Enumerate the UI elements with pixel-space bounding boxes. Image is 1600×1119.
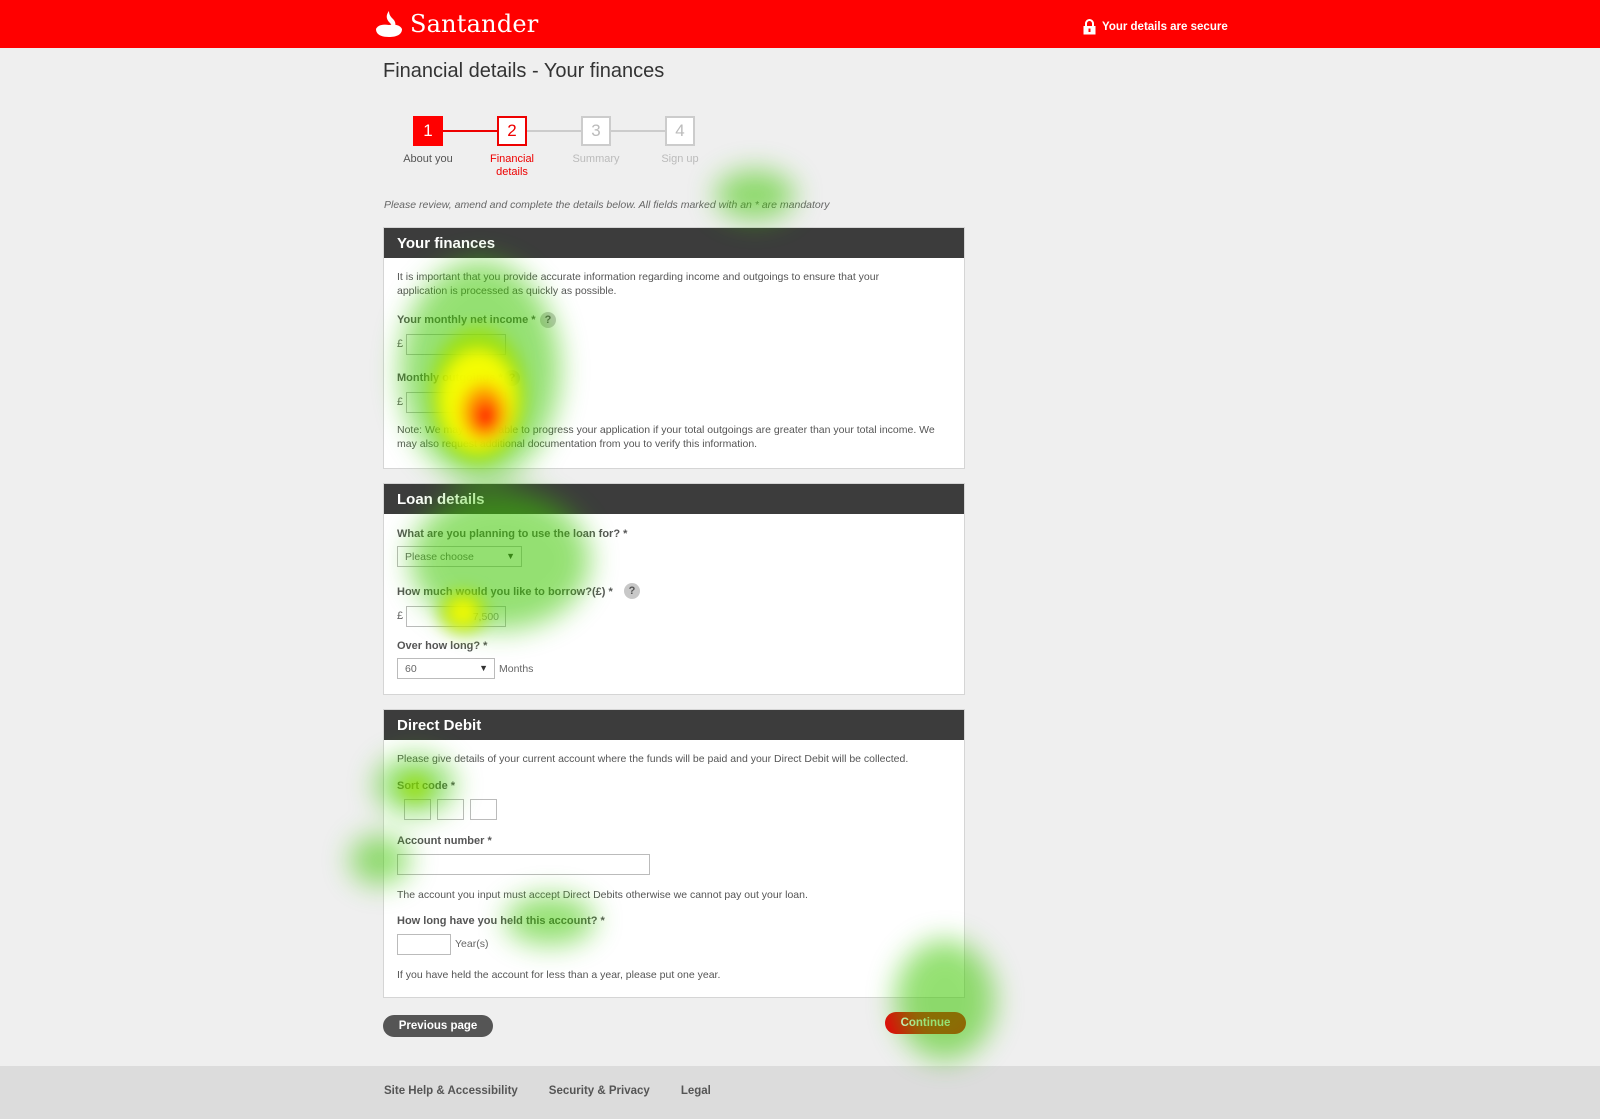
- loan-term-select[interactable]: 60 ▼: [397, 658, 495, 679]
- chevron-down-icon: ▼: [506, 551, 515, 561]
- your-finances-panel: Your finances It is important that you p…: [383, 227, 965, 469]
- outgoings-label: Monthly outgoings *: [397, 372, 503, 384]
- account-held-years-input[interactable]: [397, 934, 451, 955]
- step-number: 4: [665, 116, 695, 146]
- account-number-input[interactable]: [397, 854, 650, 875]
- step-number: 3: [581, 116, 611, 146]
- step-label: Sign up: [661, 153, 699, 165]
- step-financial-details: 2 Financial details: [467, 116, 557, 179]
- account-note: The account you input must accept Direct…: [397, 889, 808, 901]
- loan-purpose-select[interactable]: Please choose ▼: [397, 546, 522, 567]
- direct-debit-panel: Direct Debit Please give details of your…: [383, 709, 965, 998]
- outgoings-note: Note: We may not be able to progress you…: [397, 424, 935, 450]
- loan-purpose-label: What are you planning to use the loan fo…: [397, 528, 628, 540]
- currency-symbol: £: [397, 610, 404, 622]
- sort-code-part-2[interactable]: [437, 799, 464, 820]
- previous-page-button[interactable]: Previous page: [383, 1015, 493, 1037]
- account-held-note: If you have held the account for less th…: [397, 969, 721, 981]
- panel-title: Direct Debit: [384, 710, 964, 740]
- footer: Site Help & Accessibility Security & Pri…: [0, 1066, 1600, 1119]
- secure-text: Your details are secure: [1102, 21, 1228, 33]
- direct-debit-intro: Please give details of your current acco…: [397, 753, 909, 765]
- step-sign-up: 4 Sign up: [635, 116, 725, 166]
- step-label: Financial details: [489, 153, 535, 178]
- loan-details-panel: Loan details What are you planning to us…: [383, 483, 965, 695]
- step-number: 2: [497, 116, 527, 146]
- selected-value: Please choose: [405, 551, 474, 563]
- selected-value: 60: [405, 663, 417, 675]
- santander-logo[interactable]: Santander: [374, 8, 538, 40]
- step-about-you[interactable]: 1 About you: [383, 116, 473, 166]
- step-number: 1: [413, 116, 443, 146]
- footer-link-legal[interactable]: Legal: [681, 1085, 711, 1097]
- monthly-income-input[interactable]: [406, 334, 506, 355]
- currency-symbol: £: [397, 396, 404, 408]
- loan-amount-label: How much would you like to borrow?(£) *: [397, 586, 613, 598]
- finances-intro: It is important that you provide accurat…: [397, 271, 880, 297]
- continue-button[interactable]: Continue: [885, 1012, 966, 1034]
- panel-title: Your finances: [384, 228, 964, 258]
- loan-term-label: Over how long? *: [397, 640, 488, 652]
- footer-links: Site Help & Accessibility Security & Pri…: [384, 1085, 711, 1097]
- footer-link-security[interactable]: Security & Privacy: [549, 1085, 650, 1097]
- income-label: Your monthly net income *: [397, 314, 536, 326]
- years-unit: Year(s): [455, 938, 489, 950]
- footer-link-help[interactable]: Site Help & Accessibility: [384, 1085, 518, 1097]
- help-icon[interactable]: ?: [504, 370, 520, 386]
- sort-code-part-3[interactable]: [470, 799, 497, 820]
- page-title: Financial details - Your finances: [383, 60, 665, 82]
- secure-notice: Your details are secure: [1083, 19, 1228, 35]
- step-label: Summary: [572, 153, 620, 165]
- monthly-outgoings-input[interactable]: [406, 392, 506, 413]
- sort-code-label: Sort code *: [397, 780, 456, 792]
- account-number-label: Account number *: [397, 835, 492, 847]
- currency-symbol: £: [397, 338, 404, 350]
- chevron-down-icon: ▼: [479, 663, 488, 673]
- term-unit: Months: [499, 663, 534, 675]
- progress-steps: 1 About you 2 Financial details 3 Summar…: [383, 116, 723, 186]
- loan-amount-input[interactable]: 7,500: [406, 606, 506, 627]
- sort-code-part-1[interactable]: [404, 799, 431, 820]
- account-held-label: How long have you held this account? *: [397, 915, 605, 927]
- help-icon[interactable]: ?: [540, 312, 556, 328]
- form-instructions: Please review, amend and complete the de…: [384, 199, 830, 211]
- top-bar: Santander Your details are secure: [0, 0, 1600, 48]
- santander-flame-icon: [376, 11, 402, 37]
- lock-icon: [1083, 19, 1096, 35]
- step-label: About you: [403, 153, 453, 165]
- step-summary: 3 Summary: [551, 116, 641, 166]
- panel-title: Loan details: [384, 484, 964, 514]
- brand-name: Santander: [410, 10, 539, 38]
- help-icon[interactable]: ?: [624, 583, 640, 599]
